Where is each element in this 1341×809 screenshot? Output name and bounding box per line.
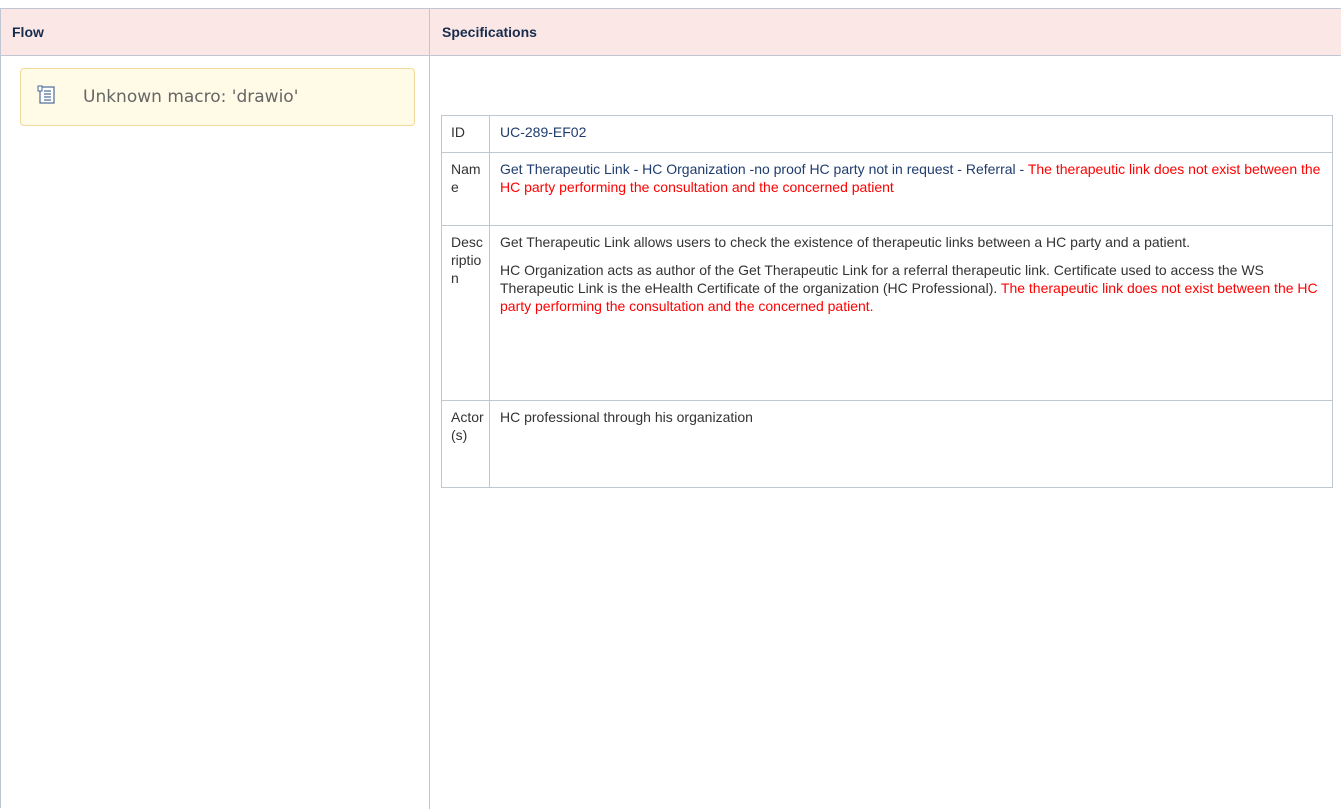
unknown-macro-text: Unknown macro: 'drawio' <box>83 87 299 107</box>
document-icon <box>37 85 57 105</box>
spec-row-description: Description Get Therapeutic Link allows … <box>441 225 1333 401</box>
flow-column-header: Flow <box>12 24 44 40</box>
table-header-row: Flow Specifications <box>1 9 1341 56</box>
specifications-column-header: Specifications <box>442 24 537 40</box>
actors-value: HC professional through his organization <box>489 400 1333 488</box>
description-paragraph-1: Get Therapeutic Link allows users to che… <box>500 234 1191 250</box>
name-value: Get Therapeutic Link - HC Organization -… <box>489 152 1333 226</box>
actors-value-text: HC professional through his organization <box>500 409 753 425</box>
actors-label: Actor(s) <box>441 400 490 488</box>
spec-row-id: ID UC-289-EF02 <box>441 115 1333 153</box>
spec-row-actors: Actor(s) HC professional through his org… <box>441 400 1333 488</box>
id-value: UC-289-EF02 <box>489 115 1333 153</box>
name-value-main: Get Therapeutic Link - HC Organization -… <box>500 161 1028 177</box>
spec-row-name: Name Get Therapeutic Link - HC Organizat… <box>441 152 1333 226</box>
description-label: Description <box>441 225 490 401</box>
specifications-table: ID UC-289-EF02 Name Get Therapeutic Link… <box>441 115 1333 488</box>
description-value: Get Therapeutic Link allows users to che… <box>489 225 1333 401</box>
column-divider <box>429 9 430 809</box>
id-value-text: UC-289-EF02 <box>500 124 587 140</box>
description-paragraph-2: HC Organization acts as author of the Ge… <box>500 261 1323 315</box>
name-label: Name <box>441 152 490 226</box>
id-label: ID <box>441 115 490 153</box>
page-table: Flow Specifications Unknown macro: 'draw… <box>0 8 1341 809</box>
unknown-macro-box: Unknown macro: 'drawio' <box>20 68 415 126</box>
